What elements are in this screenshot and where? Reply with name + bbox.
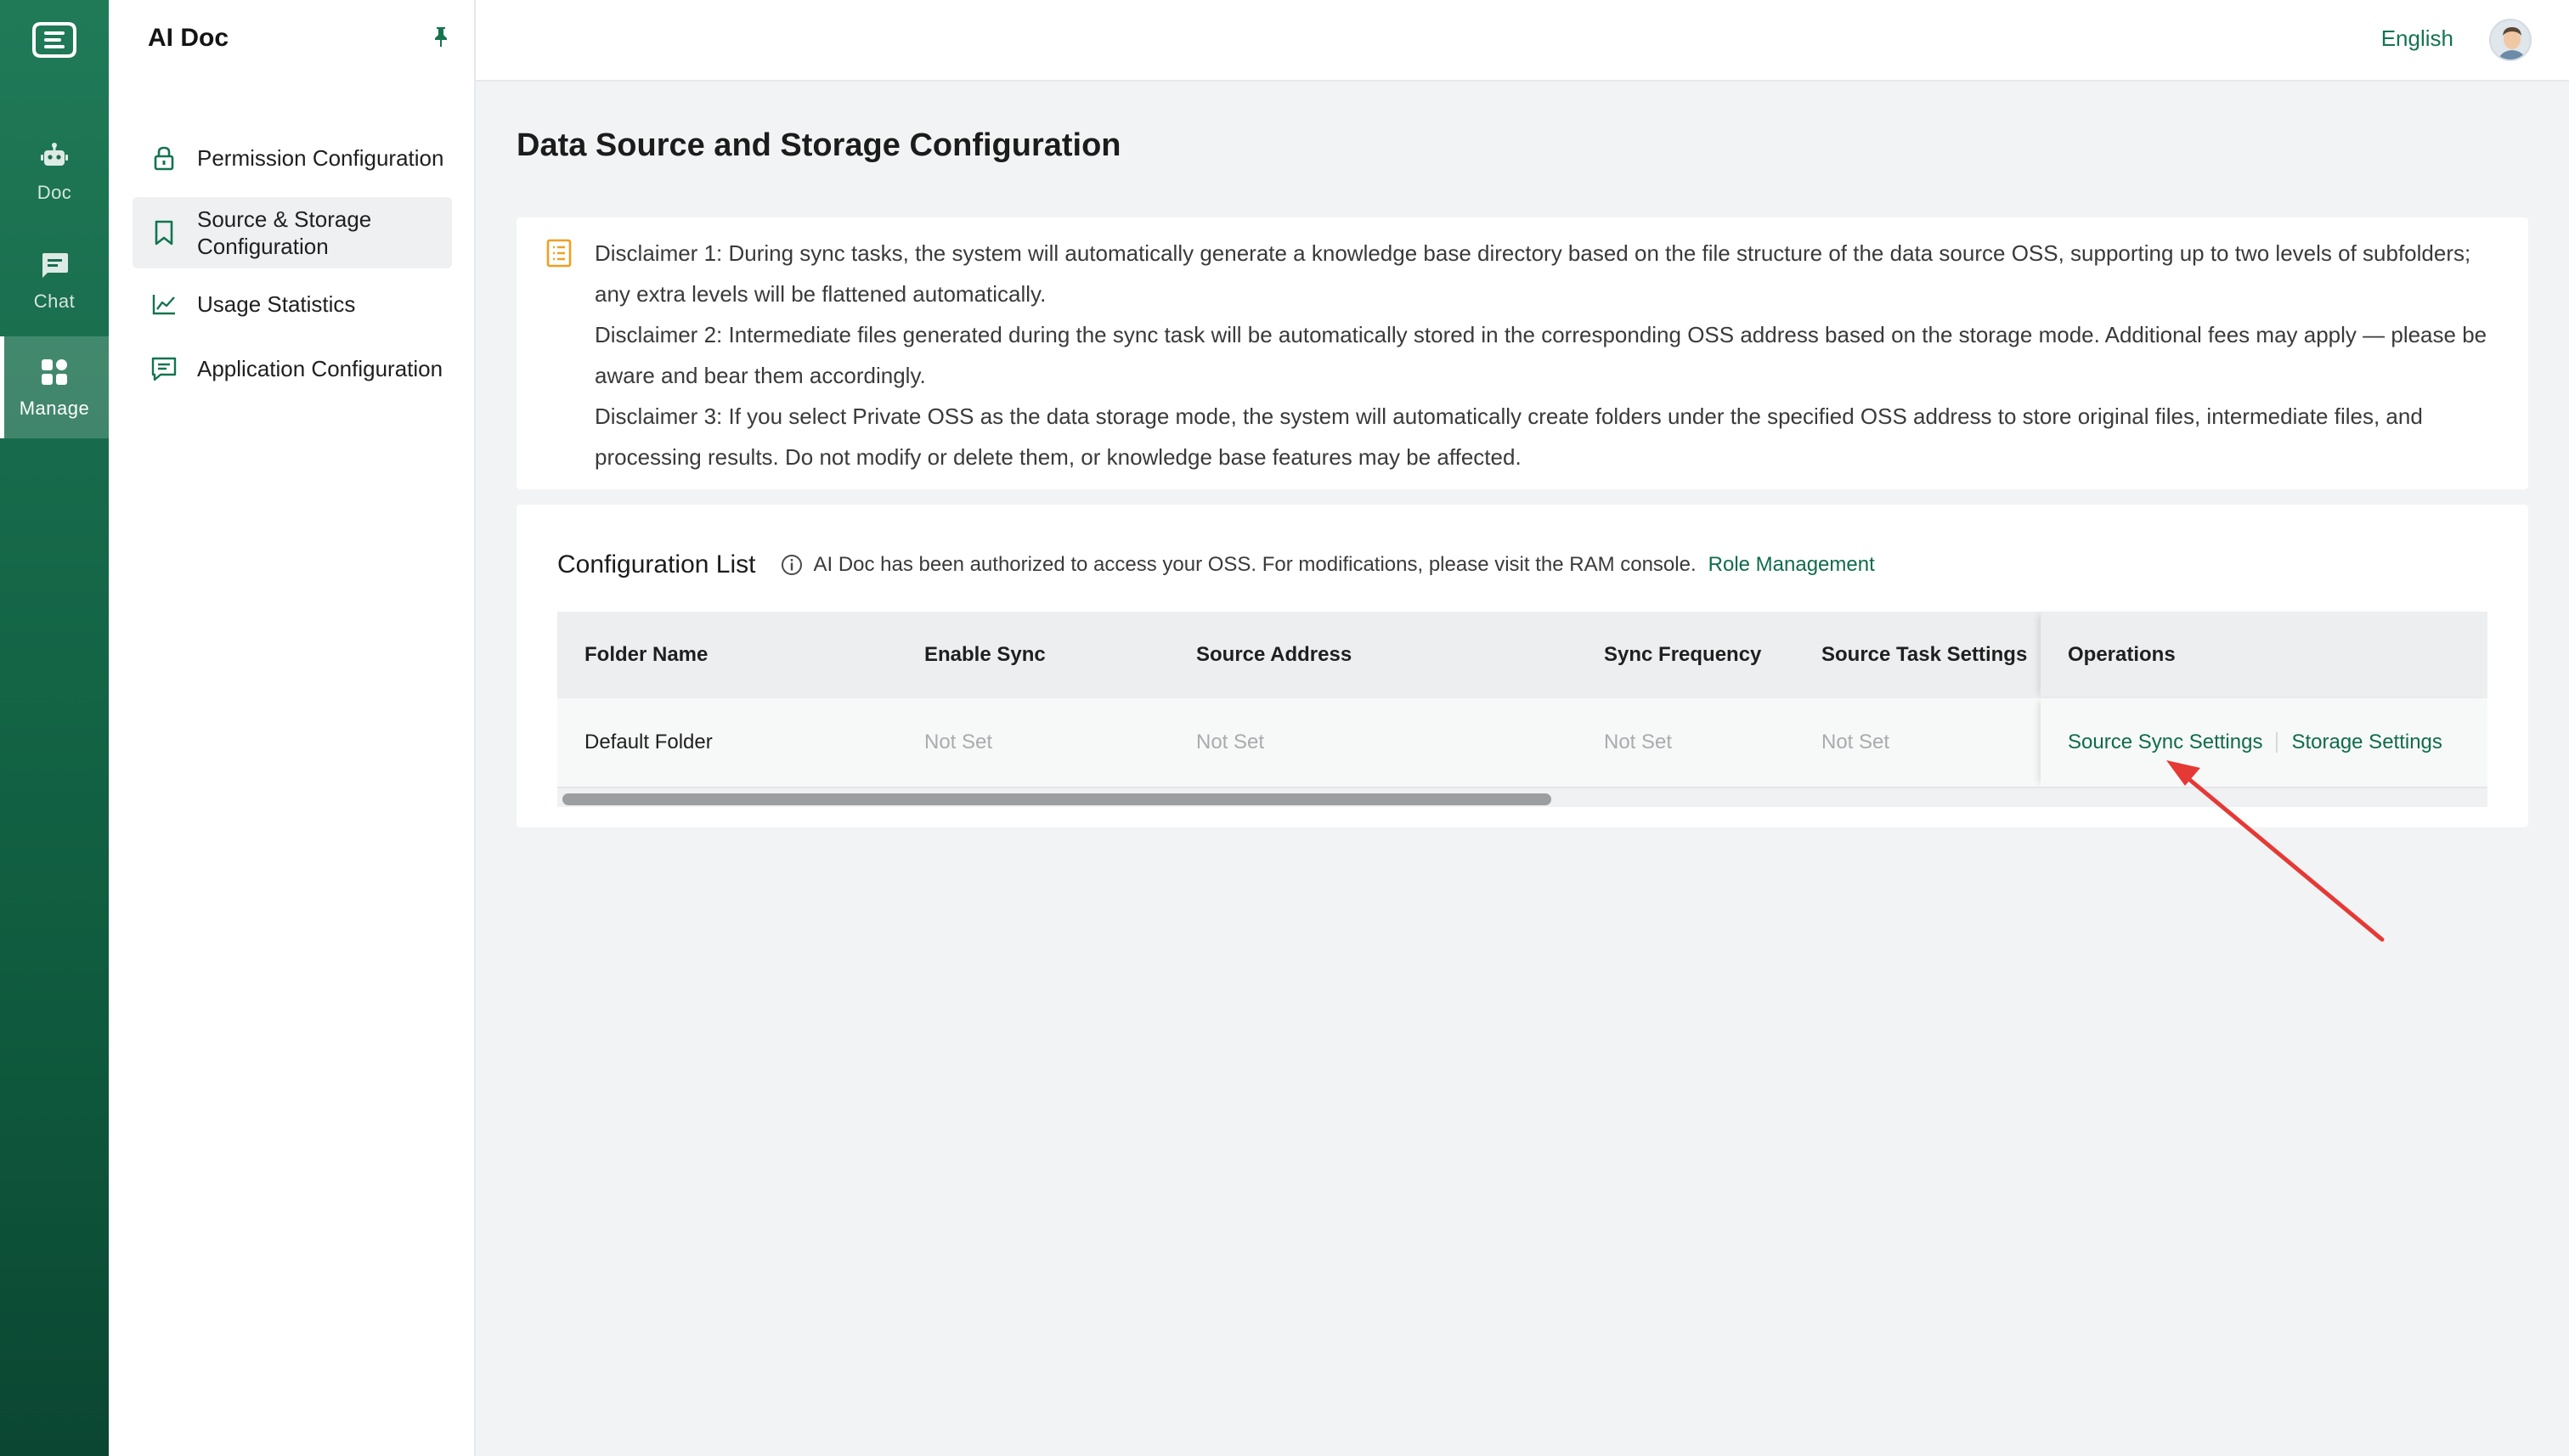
rail-item-label: Chat: [33, 291, 76, 312]
folder-name-cell: Default Folder: [584, 731, 713, 753]
divider: [2276, 732, 2278, 753]
message-square-icon: [150, 354, 178, 383]
operations-column-header: Operations: [2041, 612, 2487, 698]
operations-cell: Source Sync Settings Storage Settings: [2041, 698, 2487, 787]
sidebar-item-label: Source & Storage Configuration: [197, 206, 372, 259]
source-sync-settings-link[interactable]: Source Sync Settings: [2068, 731, 2262, 754]
column-header: Sync Frequency: [1604, 643, 1762, 666]
authorization-note: AI Doc has been authorized to access you…: [813, 553, 1697, 576]
sidebar: AI Doc Permission Configuration Source &…: [109, 0, 476, 1456]
role-management-link[interactable]: Role Management: [1708, 553, 1875, 577]
column-header: Source Task Settings: [1821, 643, 2028, 666]
rail-item-manage[interactable]: Manage: [0, 336, 109, 438]
storage-settings-link[interactable]: Storage Settings: [2291, 731, 2442, 754]
sidebar-item-usage-statistics[interactable]: Usage Statistics: [133, 280, 452, 328]
column-header: Enable Sync: [924, 643, 1046, 666]
lock-icon: [150, 144, 178, 172]
sidebar-item-label: Permission Configuration: [197, 145, 444, 171]
avatar[interactable]: [2489, 19, 2532, 61]
scrollbar-thumb[interactable]: [562, 793, 1551, 805]
disclaimer-1: Disclaimer 1: During sync tasks, the sys…: [595, 240, 2471, 307]
configuration-header: Configuration List AI Doc has been autho…: [557, 550, 1875, 579]
rail-item-chat[interactable]: Chat: [0, 229, 109, 331]
sidebar-item-application[interactable]: Application Configuration: [133, 345, 452, 392]
sidebar-item-label: Usage Statistics: [197, 291, 356, 317]
horizontal-scrollbar[interactable]: [557, 787, 2487, 807]
bookmark-icon: [150, 218, 178, 247]
disclaimer-panel: Disclaimer 1: During sync tasks, the sys…: [517, 217, 2528, 489]
column-header: Source Address: [1196, 643, 1352, 666]
app-logo-icon[interactable]: [29, 19, 80, 61]
rail-item-label: Manage: [19, 398, 90, 419]
task-settings-cell: Not Set: [1821, 731, 1890, 753]
line-chart-icon: [150, 290, 178, 319]
app-rail: Doc Chat Manage: [0, 0, 109, 1456]
page-title: Data Source and Storage Configuration: [517, 127, 1121, 163]
disclaimer-2: Disclaimer 2: Intermediate files generat…: [595, 322, 2487, 388]
chat-bubble-icon: [37, 248, 71, 282]
pin-icon[interactable]: [432, 25, 450, 48]
top-bar: English: [476, 0, 2569, 82]
grid-icon: [37, 355, 71, 389]
rail-item-doc[interactable]: Doc: [0, 121, 109, 223]
enable-sync-cell: Not Set: [924, 731, 993, 753]
operations-links: Source Sync Settings Storage Settings: [2068, 698, 2442, 787]
table-header: Folder Name Enable Sync Source Address S…: [557, 612, 2487, 698]
disclaimer-3: Disclaimer 3: If you select Private OSS …: [595, 404, 2423, 470]
language-switcher[interactable]: English: [2381, 25, 2453, 52]
rail-item-label: Doc: [37, 182, 72, 203]
column-header: Operations: [2068, 643, 2176, 666]
configuration-title: Configuration List: [557, 550, 756, 578]
table-row: Default Folder Not Set Not Set Not Set N…: [557, 698, 2487, 787]
document-list-icon: [546, 239, 572, 268]
disclaimer-text: Disclaimer 1: During sync tasks, the sys…: [595, 233, 2508, 477]
robot-icon: [37, 139, 71, 173]
sidebar-item-label: Application Configuration: [197, 356, 443, 381]
sidebar-title: AI Doc: [148, 24, 229, 52]
sidebar-item-source-storage[interactable]: Source & Storage Configuration: [133, 197, 452, 268]
configuration-table: Folder Name Enable Sync Source Address S…: [557, 612, 2487, 807]
info-icon: [782, 555, 803, 575]
sync-frequency-cell: Not Set: [1604, 731, 1673, 753]
source-address-cell: Not Set: [1196, 731, 1265, 753]
sidebar-item-permission[interactable]: Permission Configuration: [133, 134, 452, 182]
column-header: Folder Name: [584, 643, 709, 666]
configuration-card: Configuration List AI Doc has been autho…: [517, 505, 2528, 827]
